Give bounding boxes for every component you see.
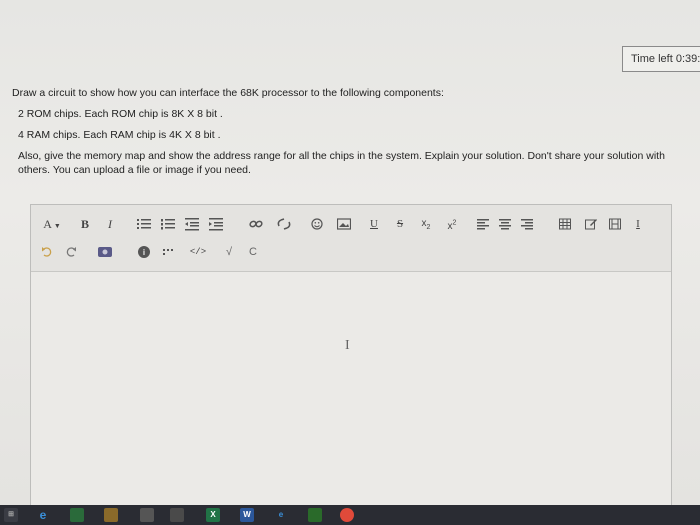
link-button[interactable] (249, 215, 263, 233)
editor-toolbar: A ▼ B I U S x2 x2 I i </> √ C (31, 205, 671, 272)
font-dropdown[interactable]: A ▼ (41, 215, 63, 233)
subscript-button[interactable]: x2 (419, 215, 433, 233)
clear-format-button[interactable]: I (633, 215, 643, 233)
time-left-text: Time left 0:39: (631, 53, 700, 65)
info-button[interactable]: i (137, 243, 151, 261)
task-view-icon[interactable]: ⊞ (4, 508, 18, 522)
app2-icon[interactable] (104, 508, 118, 522)
svg-text:i: i (143, 248, 145, 257)
align-center-button[interactable] (499, 215, 511, 233)
answer-textarea[interactable]: I (31, 272, 671, 505)
record-button[interactable] (97, 243, 113, 261)
edit-button[interactable] (585, 215, 597, 233)
store-icon[interactable] (140, 508, 154, 522)
bold-icon: B (80, 217, 89, 231)
bold-button[interactable]: B (79, 215, 91, 233)
answer-editor: A ▼ B I U S x2 x2 I i </> √ C I (30, 204, 672, 505)
image-button[interactable] (337, 215, 351, 233)
strikethrough-button[interactable]: S (395, 215, 405, 233)
italic-icon: I (108, 217, 112, 231)
accessibility-icon (163, 249, 173, 255)
unlink-button[interactable] (277, 215, 291, 233)
ordered-list-icon (161, 219, 175, 230)
media-button[interactable] (609, 215, 621, 233)
question-intro: Draw a circuit to show how you can inter… (12, 87, 444, 99)
indent-button[interactable] (209, 215, 223, 233)
app3-icon[interactable] (308, 508, 322, 522)
media-icon (609, 218, 621, 230)
emoji-icon (311, 218, 323, 230)
ram-requirement: 4 RAM chips. Each RAM chip is 4K X 8 bit… (18, 129, 221, 141)
html-icon: </> (189, 247, 207, 257)
font-label: A (43, 217, 52, 231)
html-button[interactable]: </> (189, 243, 207, 261)
align-right-button[interactable] (521, 215, 533, 233)
ordered-list-button[interactable] (161, 215, 175, 233)
spellcheck-icon: C (249, 246, 257, 258)
edge-icon[interactable]: e (36, 508, 50, 522)
superscript-icon: x2 (447, 220, 457, 233)
record-icon (98, 247, 112, 257)
windows-taskbar: ⊞ e X W e (0, 505, 700, 525)
strikethrough-icon: S (396, 218, 404, 230)
table-button[interactable] (559, 215, 571, 233)
spellcheck-button[interactable]: C (247, 243, 259, 261)
underline-button[interactable]: U (369, 215, 379, 233)
subscript-icon: x2 (421, 218, 431, 231)
outdent-icon (185, 218, 199, 231)
indent-icon (209, 218, 223, 231)
redo-button[interactable] (65, 243, 77, 261)
browser-page: Time left 0:39: Draw a circuit to show h… (0, 0, 700, 505)
underline-icon: U (370, 218, 378, 230)
align-left-icon (477, 219, 489, 230)
unlink-icon (277, 218, 291, 230)
time-left-timer: Time left 0:39: (622, 46, 700, 72)
undo-icon (42, 247, 52, 257)
align-center-icon (499, 219, 511, 230)
text-cursor-icon: I (345, 338, 350, 353)
question-text: Draw a circuit to show how you can inter… (12, 86, 692, 177)
chevron-down-icon: ▼ (53, 222, 61, 230)
word-icon[interactable]: W (240, 508, 254, 522)
emoji-button[interactable] (311, 215, 323, 233)
unordered-list-button[interactable] (137, 215, 151, 233)
info-icon: i (138, 246, 150, 258)
equation-button[interactable]: √ (223, 243, 235, 261)
undo-button[interactable] (41, 243, 53, 261)
edge2-icon[interactable]: e (274, 508, 288, 522)
app-icon[interactable] (70, 508, 84, 522)
outdent-button[interactable] (185, 215, 199, 233)
rom-requirement: 2 ROM chips. Each ROM chip is 8K X 8 bit… (18, 108, 223, 120)
align-right-icon (521, 219, 533, 230)
edit-icon (585, 219, 597, 230)
equation-icon: √ (225, 246, 233, 258)
excel-icon[interactable]: X (206, 508, 220, 522)
question-instructions: Also, give the memory map and show the a… (18, 150, 665, 176)
unordered-list-icon (137, 219, 151, 229)
chrome-icon[interactable] (340, 508, 354, 522)
italic-button[interactable]: I (105, 215, 115, 233)
superscript-button[interactable]: x2 (445, 215, 459, 233)
align-left-button[interactable] (477, 215, 489, 233)
image-icon (337, 218, 351, 230)
clear-format-icon: I (636, 218, 640, 230)
accessibility-button[interactable] (161, 243, 175, 261)
mail-icon[interactable] (170, 508, 184, 522)
table-icon (559, 218, 571, 230)
redo-icon (66, 247, 76, 257)
link-icon (249, 220, 263, 228)
